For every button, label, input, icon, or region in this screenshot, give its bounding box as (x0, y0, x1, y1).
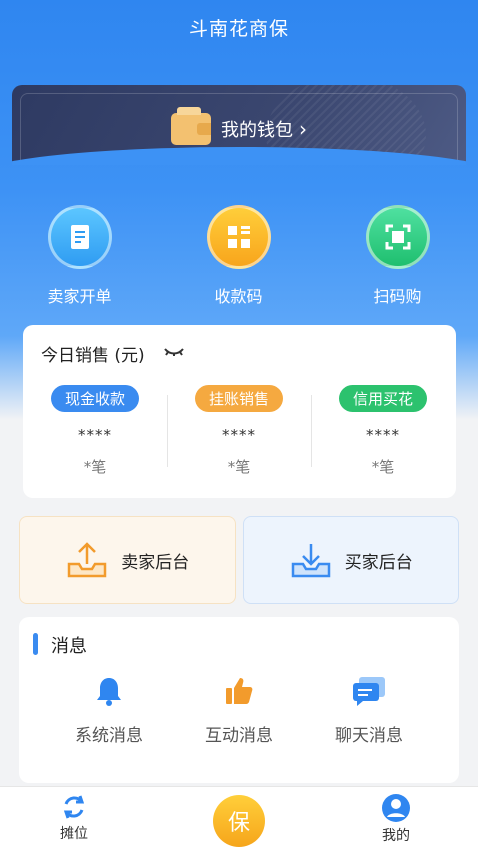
download-tray-icon (291, 544, 330, 578)
cash-tag: 现金收款 (50, 385, 139, 412)
sales-credit[interactable]: 挂账销售 **** *笔 (167, 385, 311, 477)
tab-mine[interactable]: 我的 (381, 793, 411, 845)
chat-messages-label: 聊天消息 (335, 726, 403, 746)
quick-label: 卖家开单 (47, 287, 112, 306)
sales-card: 今日销售 (元) 现金收款 **** *笔 挂账销售 **** *笔 信用买花 … (23, 325, 456, 498)
quick-label: 收款码 (214, 287, 263, 306)
qr-grid-icon (206, 205, 271, 269)
chevron-right-icon: › (299, 117, 307, 141)
scan-buy-button[interactable]: 扫码购 (318, 205, 477, 307)
wallet-icon (171, 107, 211, 145)
buyer-backend-button[interactable]: 买家后台 (242, 516, 459, 604)
bottom-tab-bar: 摊位 保 我的 (0, 786, 478, 850)
app-title: 斗南花商保 (188, 18, 289, 40)
cash-count: *笔 (83, 458, 107, 476)
backend-entries: 卖家后台 买家后台 (19, 516, 459, 604)
sales-loan[interactable]: 信用买花 **** *笔 (311, 385, 455, 477)
system-messages-label: 系统消息 (75, 726, 143, 746)
system-messages-button[interactable]: 系统消息 (49, 675, 169, 746)
interaction-messages-label: 互动消息 (205, 726, 273, 746)
loan-count: *笔 (371, 458, 395, 476)
cash-amount: **** (78, 426, 112, 444)
buyer-backend-label: 买家后台 (344, 552, 413, 573)
chat-icon (353, 677, 385, 706)
bell-icon (97, 678, 121, 706)
credit-amount: **** (222, 426, 256, 444)
quick-actions: 卖家开单 收款码 扫码购 (0, 205, 478, 307)
seller-backend-button[interactable]: 卖家后台 (19, 516, 236, 604)
quick-label: 扫码购 (373, 287, 422, 306)
credit-count: *笔 (227, 458, 251, 476)
tab-stall[interactable]: 摊位 (60, 793, 88, 843)
interaction-messages-button[interactable]: 互动消息 (179, 675, 299, 746)
thumbs-up-icon (226, 678, 253, 704)
sales-title: 今日销售 (元) (41, 346, 145, 366)
sales-cash[interactable]: 现金收款 **** *笔 (23, 385, 167, 477)
loan-tag: 信用买花 (338, 385, 427, 412)
messages-title: 消息 (51, 636, 87, 657)
insurance-center-button[interactable]: 保 (213, 795, 265, 847)
loan-amount: **** (366, 426, 400, 444)
chat-messages-button[interactable]: 聊天消息 (309, 675, 429, 746)
credit-tag: 挂账销售 (194, 385, 283, 412)
tab-mine-label: 我的 (382, 828, 410, 844)
scan-icon (365, 205, 430, 269)
upload-tray-icon (68, 542, 107, 578)
section-accent (33, 633, 38, 655)
wallet-banner[interactable]: 我的钱包 › (12, 85, 466, 165)
wallet-label: 我的钱包 (221, 120, 293, 141)
payment-code-button[interactable]: 收款码 (159, 205, 318, 307)
messages-card: 消息 系统消息 互动消息 聊天消息 (19, 617, 459, 783)
user-icon (382, 794, 410, 822)
receipt-icon (47, 205, 112, 269)
seller-order-button[interactable]: 卖家开单 (0, 205, 159, 307)
seller-backend-label: 卖家后台 (121, 552, 190, 573)
tab-stall-label: 摊位 (60, 826, 88, 842)
refresh-icon (63, 795, 85, 819)
eye-closed-icon[interactable] (163, 343, 185, 362)
